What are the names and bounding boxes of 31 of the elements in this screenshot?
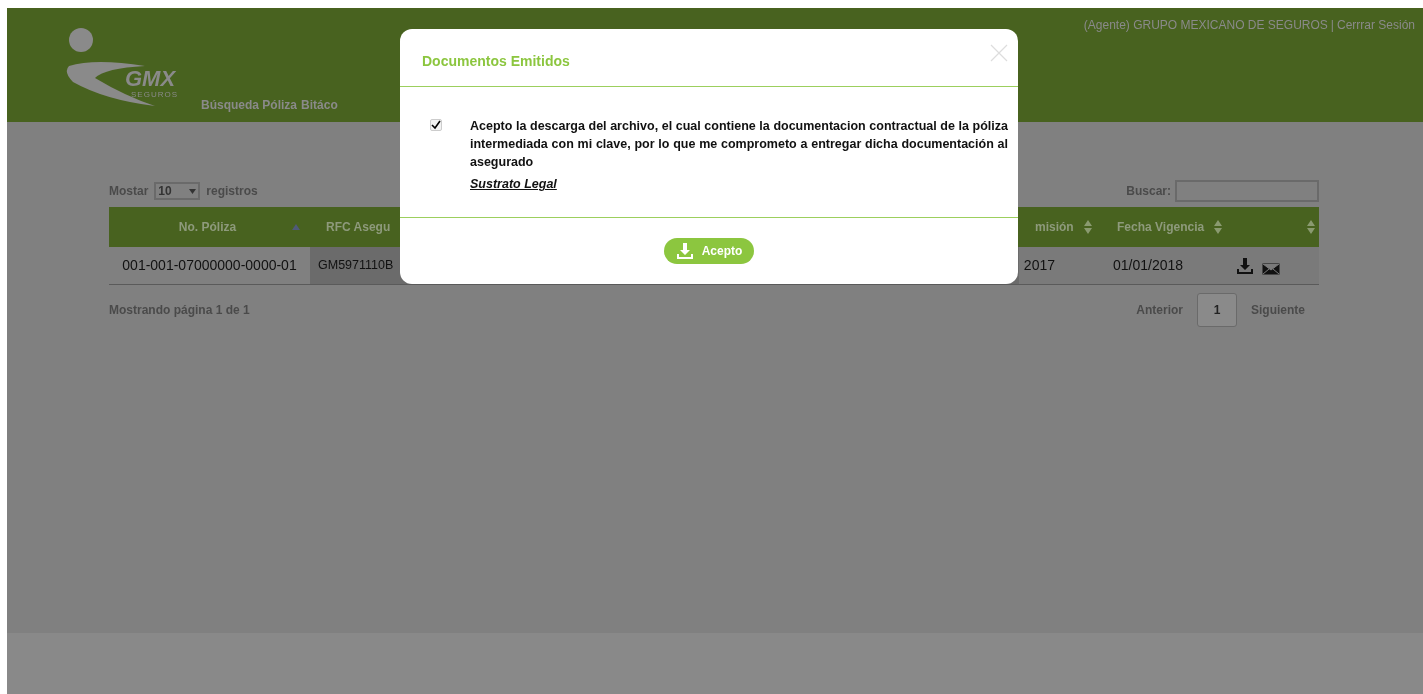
table-cell-text: 01/01/2018 bbox=[1113, 256, 1184, 275]
sort-ascending-icon bbox=[292, 224, 301, 230]
modal-title: Documentos Emitidos bbox=[422, 52, 570, 71]
page-button[interactable]: 1 bbox=[1197, 293, 1237, 327]
sort-icon bbox=[1214, 220, 1223, 234]
logo-text: GMX bbox=[125, 68, 176, 90]
legal-link[interactable]: Sustrato Legal bbox=[470, 175, 557, 194]
table-cell-text: 001-001-07000000-0000-01 bbox=[122, 256, 297, 275]
envelope-icon[interactable] bbox=[1262, 262, 1280, 275]
nav-link[interactable]: Búsqueda Póliza bbox=[201, 96, 298, 114]
sort-icon bbox=[1307, 220, 1315, 234]
download-icon[interactable] bbox=[1236, 256, 1254, 275]
column-header[interactable]: Fecha Vigencia bbox=[1117, 218, 1205, 236]
accept-checkbox[interactable] bbox=[430, 119, 442, 131]
table-cell-text: 2017 bbox=[1023, 256, 1055, 275]
nav-link[interactable]: Bitáco bbox=[301, 96, 338, 114]
column-header[interactable]: RFC Asegu bbox=[326, 218, 391, 236]
column-header[interactable]: No. Póliza bbox=[178, 218, 237, 236]
sort-icon bbox=[1083, 220, 1092, 234]
user-label: (Agente) GRUPO MEXICANO DE SEGUROS bbox=[1083, 17, 1328, 34]
consent-text: Acepto la descarga del archivo, el cual contiene la documentacion contractual de la póliza intermediada con mi clave, por lo que me comprometo a entregar dicha documentación al asegurado bbox=[470, 118, 1008, 171]
page-size-select[interactable]: 10 bbox=[154, 182, 201, 200]
column-header[interactable]: misión bbox=[1035, 218, 1074, 236]
logo-subtext: SEGUROS bbox=[131, 91, 178, 99]
dropdown-caret-icon bbox=[189, 188, 197, 194]
download-icon bbox=[675, 242, 694, 260]
logout-link[interactable]: Cerrrar Sesión bbox=[1336, 16, 1415, 34]
accept-button[interactable]: Acepto bbox=[663, 238, 755, 264]
page-size-value: 10 bbox=[158, 183, 172, 200]
separator-text: | bbox=[1330, 17, 1334, 34]
table-cell-text: GM5971110B bbox=[318, 257, 394, 275]
